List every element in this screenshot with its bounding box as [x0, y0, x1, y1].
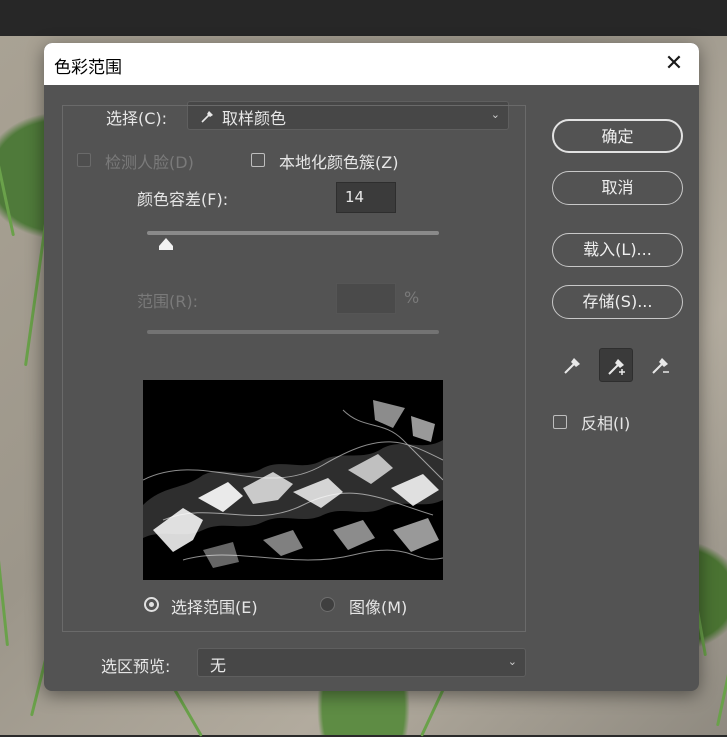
fuzziness-slider-thumb[interactable] [158, 236, 174, 255]
range-label: 范围(R): [137, 292, 198, 311]
eyedropper-minus-icon[interactable] [644, 348, 678, 382]
grass-blade [170, 683, 203, 737]
load-button[interactable]: 载入(L)... [552, 233, 683, 267]
fuzziness-label: 颜色容差(F): [137, 190, 229, 209]
ok-button[interactable]: 确定 [552, 119, 683, 153]
range-slider-track [147, 330, 439, 334]
image-radio[interactable] [320, 597, 335, 612]
selection-preview-dropdown[interactable]: 无 ⌄ [197, 648, 526, 677]
dialog-title: 色彩范围 [54, 58, 122, 78]
color-range-dialog: 色彩范围 ✕ 选择(C): 取样颜色 ⌄ 检测人脸(D) 本地化颜色簇(Z) 颜… [44, 43, 699, 691]
detect-faces-checkbox [77, 153, 91, 167]
localized-clusters-checkbox[interactable] [251, 153, 265, 167]
selection-preview-label: 选区预览: [101, 657, 171, 676]
cancel-button[interactable]: 取消 [552, 171, 683, 205]
eyedropper-icon[interactable] [556, 348, 590, 382]
grass-blade [0, 79, 15, 237]
save-button[interactable]: 存储(S)... [552, 285, 683, 319]
selection-preview-value: 无 [210, 656, 227, 675]
range-unit: % [404, 288, 420, 307]
invert-checkbox[interactable] [553, 415, 567, 429]
selection-preview-image [143, 380, 443, 580]
dialog-titlebar: 色彩范围 ✕ [44, 43, 699, 85]
range-input [336, 283, 396, 314]
localized-clusters-label[interactable]: 本地化颜色簇(Z) [279, 149, 398, 173]
grass-blade [420, 685, 447, 737]
invert-label[interactable]: 反相(I) [581, 410, 630, 434]
image-radio-label[interactable]: 图像(M) [349, 594, 407, 618]
eyedropper-plus-icon[interactable] [599, 348, 633, 382]
chevron-down-icon: ⌄ [507, 655, 517, 668]
fuzziness-input[interactable]: 14 [336, 182, 396, 213]
selection-radio-label[interactable]: 选择范围(E) [171, 594, 258, 618]
app-top-bar [0, 0, 727, 36]
grass-blade [0, 417, 9, 647]
fuzziness-slider-track[interactable] [147, 231, 439, 235]
selection-radio[interactable] [144, 597, 159, 612]
close-icon[interactable]: ✕ [661, 51, 687, 77]
detect-faces-label: 检测人脸(D) [105, 153, 194, 172]
grass-blade [716, 598, 727, 727]
